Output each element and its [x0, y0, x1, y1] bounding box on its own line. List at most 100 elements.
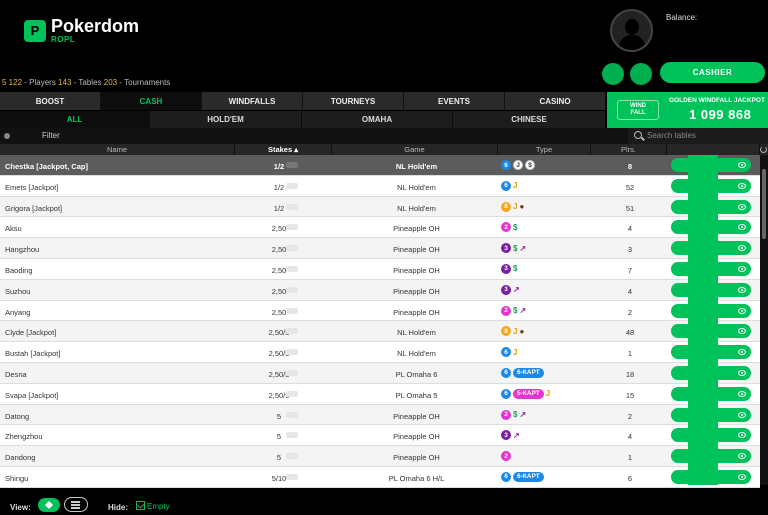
hide-label: Hide:	[108, 503, 128, 512]
heads-up-icon: 2	[501, 451, 511, 462]
row-plrs: 1	[627, 349, 633, 359]
eye-icon[interactable]	[735, 261, 749, 276]
six-card-badge: 6-КАРТ	[513, 367, 544, 378]
column-game[interactable]: Game	[332, 144, 498, 155]
table-row[interactable]: Zhengzhou 5 Pineapple OH 3 ↗ 4	[0, 425, 760, 447]
row-type: 2 $	[501, 222, 518, 233]
table-row[interactable]: Hangzhou 2,50 Pineapple OH 3 $ ↗ 3	[0, 238, 760, 259]
row-game: Pineapple OH	[393, 432, 440, 442]
row-type: 8 J ●	[501, 201, 525, 212]
column-plrs[interactable]: Plrs.	[591, 144, 667, 155]
scrollbar[interactable]	[760, 155, 768, 485]
arrow-icon: ↗	[513, 285, 520, 295]
table-row[interactable]: Svapa [Jackpot] 2,50/5 PL Omaha 5 6 5-КА…	[0, 383, 760, 405]
dollar-icon: $	[513, 306, 518, 316]
six-card-badge: 6-КАРТ	[513, 471, 544, 482]
tab-events[interactable]: EVENTS	[404, 92, 505, 110]
row-type: 2	[501, 451, 511, 462]
tab-windfalls[interactable]: WINDFALLS	[202, 92, 303, 110]
table-row[interactable]: Dandong 5 Pineapple OH 2 1	[0, 446, 760, 467]
row-plrs: 1	[627, 453, 633, 463]
cap-chip-icon: $	[525, 160, 535, 170]
filter-dot-icon[interactable]	[4, 133, 10, 139]
row-game: NL Hold'em	[397, 349, 436, 359]
jackpot-chip-icon: J	[513, 160, 523, 170]
eye-icon[interactable]	[735, 158, 749, 172]
six-max-icon: 6	[501, 160, 511, 170]
eye-icon[interactable]	[735, 303, 749, 318]
table-row[interactable]: Grigora [Jackpot] 1/2 NL Hold'em 8 J ● 5…	[0, 196, 760, 218]
tab-tourneys[interactable]: TOURNEYS	[303, 92, 404, 110]
dollar-icon: $	[513, 243, 518, 253]
row-game: Pineapple OH	[393, 224, 440, 234]
table-row[interactable]: Emets [Jackpot] 1/2 NL Hold'em 6 J 52	[0, 175, 760, 197]
arrow-icon: ↗	[519, 243, 527, 253]
column-name[interactable]: Name	[0, 144, 235, 155]
subtab-chinese[interactable]: CHINESE	[453, 111, 606, 128]
bottom-bar: View: Hide: Empty	[0, 496, 768, 515]
three-max-icon: 3	[501, 284, 511, 295]
jackpot-amount: 1 099 868	[689, 107, 752, 122]
heads-up-icon: 2	[501, 222, 511, 233]
subtab-all[interactable]: ALL	[0, 111, 150, 128]
table-row[interactable]: Chestka [Jackpot, Cap] 1/2 NL Hold'em 6 …	[0, 155, 760, 176]
tables-list: Chestka [Jackpot, Cap] 1/2 NL Hold'em 6 …	[0, 155, 760, 488]
row-plrs: 15	[625, 390, 635, 400]
row-game: Pineapple OH	[393, 245, 440, 255]
eye-icon[interactable]	[735, 407, 749, 422]
eye-icon[interactable]	[735, 178, 749, 193]
row-name: Zhengzhou	[5, 432, 43, 442]
row-stakes: 2,50	[271, 224, 287, 234]
scroll-thumb[interactable]	[762, 169, 766, 239]
row-plrs: 18	[625, 369, 635, 379]
layers-view-icon[interactable]	[38, 498, 60, 512]
avatar[interactable]	[610, 9, 653, 52]
header-action-button-2[interactable]	[630, 63, 652, 85]
tab-cash[interactable]: CASH	[101, 92, 202, 110]
table-row[interactable]: Datong 5 Pineapple OH 2 $ ↗ 2	[0, 404, 760, 426]
jackpot-banner[interactable]: WIND FALL GOLDEN WINDFALL JACKPOT 1 099 …	[607, 92, 768, 128]
table-row[interactable]: Baoding 2,50 Pineapple OH 3 $ 7	[0, 258, 760, 280]
eye-icon[interactable]	[735, 386, 749, 401]
refresh-icon[interactable]	[760, 146, 767, 153]
players-count: 5 122	[2, 78, 23, 87]
eye-icon[interactable]	[735, 282, 749, 297]
eye-icon[interactable]	[735, 469, 749, 484]
subtab-omaha[interactable]: OMAHA	[302, 111, 453, 128]
row-name: Datong	[5, 411, 30, 421]
table-row[interactable]: Bustah [Jackpot] 2,50/5 NL Hold'em 6 J 1	[0, 342, 760, 363]
row-game: Pineapple OH	[393, 286, 440, 296]
six-max-icon: 6	[501, 180, 511, 191]
cashier-button[interactable]: CASHIER	[660, 62, 765, 83]
filter-button[interactable]: Filter	[42, 131, 60, 140]
column-stakes[interactable]: Stakes ▴	[235, 144, 332, 155]
search-input[interactable]: Search tables	[628, 128, 768, 144]
table-row[interactable]: Anyang 2,50 Pineapple OH 2 $ ↗ 2	[0, 300, 760, 322]
table-row[interactable]: Aksu 2,50 Pineapple OH 2 $ 4	[0, 217, 760, 239]
table-row[interactable]: Desna 2,50/5 PL Omaha 6 6 6-КАРТ 18	[0, 362, 760, 384]
row-game: PL Omaha 6 H/L	[388, 473, 445, 483]
jackpot-icon: J	[513, 181, 518, 191]
row-name: Bustah [Jackpot]	[5, 349, 61, 359]
eye-icon[interactable]	[735, 365, 749, 380]
players-label: - Players	[24, 78, 56, 87]
table-row[interactable]: Shingu 5/10 PL Omaha 6 H/L 6 6-КАРТ 6	[0, 466, 760, 488]
list-view-icon[interactable]	[64, 497, 88, 512]
row-game: PL Omaha 5	[395, 390, 438, 400]
subtab-holdem[interactable]: HOLD'EM	[150, 111, 302, 128]
column-type[interactable]: Type	[498, 144, 591, 155]
row-name: Svapa [Jackpot]	[5, 390, 59, 400]
brand-sub: ROPL	[51, 35, 76, 44]
hide-empty-label[interactable]: Empty	[147, 502, 170, 511]
bomb-pot-icon: ●	[519, 202, 525, 212]
hide-empty-checkbox[interactable]	[136, 501, 145, 510]
eye-icon[interactable]	[735, 199, 749, 214]
row-plrs: 51	[625, 203, 635, 213]
table-row[interactable]: Suzhou 2,50 Pineapple OH 3 ↗ 4	[0, 279, 760, 301]
tab-casino[interactable]: CASINO	[505, 92, 606, 110]
dollar-icon: $	[513, 222, 518, 232]
row-name: Grigora [Jackpot]	[5, 203, 63, 213]
header-action-button-1[interactable]	[602, 63, 624, 85]
tab-boost[interactable]: BOOST	[0, 92, 101, 110]
table-row[interactable]: Clyde [Jackpot] 2,50/5 NL Hold'em 8 J ● …	[0, 321, 760, 343]
